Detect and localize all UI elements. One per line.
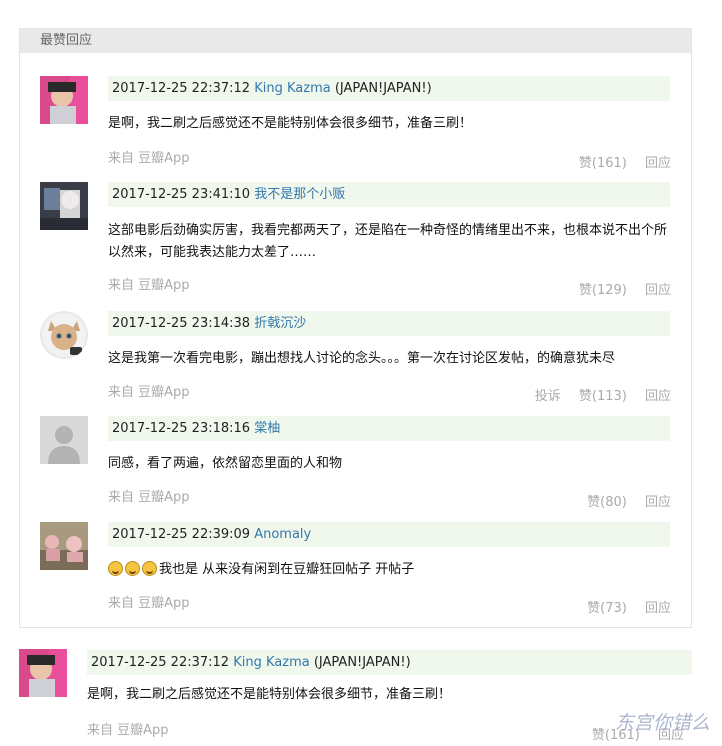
comment-date: 2017-12-25 22:37:12 bbox=[91, 655, 230, 670]
comment-source: 来自 豆瓣App bbox=[87, 719, 169, 738]
like-button[interactable]: 赞(80) bbox=[587, 495, 627, 510]
comment-meta: 2017-12-25 23:18:16 棠柚 bbox=[108, 416, 670, 441]
default-avatar-icon bbox=[40, 416, 88, 464]
reply-button[interactable]: 回应 bbox=[645, 389, 671, 404]
comment-actions: 赞(161) 回应 bbox=[565, 152, 671, 171]
laughing-emoji-icon bbox=[108, 561, 123, 576]
comment-source: 来自 豆瓣App bbox=[108, 147, 190, 166]
author-link[interactable]: 折戟沉沙 bbox=[254, 316, 306, 331]
author-link[interactable]: King Kazma bbox=[254, 81, 330, 96]
comment-actions: 赞(129) 回应 bbox=[565, 279, 671, 298]
watermark: 东宫你错么 bbox=[614, 712, 710, 734]
source-app-link[interactable]: 豆瓣App bbox=[138, 151, 189, 166]
source-app-link[interactable]: 豆瓣App bbox=[138, 596, 189, 611]
reply-button[interactable]: 回应 bbox=[645, 495, 671, 510]
comment-source: 来自 豆瓣App bbox=[108, 486, 190, 505]
comment-meta: 2017-12-25 22:37:12 King Kazma (JAPAN!JA… bbox=[87, 650, 692, 675]
author-link[interactable]: Anomaly bbox=[254, 527, 311, 542]
avatar-image bbox=[40, 522, 88, 570]
comment-meta: 2017-12-25 22:37:12 King Kazma (JAPAN!JA… bbox=[108, 76, 670, 101]
reply-button[interactable]: 回应 bbox=[645, 156, 671, 171]
comment-text: 这部电影后劲确实厉害，我看完都两天了，还是陷在一种奇怪的情绪里出不来，也根本说不… bbox=[108, 223, 668, 260]
top-comments-panel: 最赞回应 2017-12-25 22:37:12 King Kazma (JAP… bbox=[19, 28, 692, 628]
comment-actions: 赞(80) 回应 bbox=[573, 491, 671, 510]
laughing-emoji-icon bbox=[142, 561, 157, 576]
like-button[interactable]: 赞(113) bbox=[579, 389, 627, 404]
comment-source: 来自 豆瓣App bbox=[108, 274, 190, 293]
comment-text-body: 我也是 从来没有闲到在豆瓣狂回帖子 开帖子 bbox=[159, 562, 415, 577]
comment-source: 来自 豆瓣App bbox=[108, 592, 190, 611]
comment-text: 我也是 从来没有闲到在豆瓣狂回帖子 开帖子 bbox=[108, 559, 673, 581]
comment-source: 来自 豆瓣App bbox=[108, 381, 190, 400]
avatar-image bbox=[19, 649, 67, 697]
comment-date: 2017-12-25 22:39:09 bbox=[112, 527, 251, 542]
comment-text: 是啊，我二刷之后感觉还不是能特别体会很多细节，准备三刷！ bbox=[108, 116, 473, 131]
source-app-link[interactable]: 豆瓣App bbox=[138, 385, 189, 400]
like-button[interactable]: 赞(73) bbox=[587, 601, 627, 616]
avatar[interactable] bbox=[40, 311, 88, 359]
report-button[interactable]: 投诉 bbox=[535, 389, 561, 404]
comment-meta: 2017-12-25 23:41:10 我不是那个小贩 bbox=[108, 182, 670, 207]
author-link[interactable]: 我不是那个小贩 bbox=[254, 187, 345, 202]
avatar[interactable] bbox=[40, 522, 88, 570]
avatar-image bbox=[40, 76, 88, 124]
reply-button[interactable]: 回应 bbox=[645, 601, 671, 616]
author-location: (JAPAN!JAPAN!) bbox=[313, 655, 411, 670]
comment-text: 是啊，我二刷之后感觉还不是能特别体会很多细节，准备三刷！ bbox=[87, 687, 452, 702]
comment-date: 2017-12-25 23:41:10 bbox=[112, 187, 251, 202]
like-button[interactable]: 赞(161) bbox=[579, 156, 627, 171]
avatar[interactable] bbox=[40, 182, 88, 230]
comment-text: 这是我第一次看完电影，蹦出想找人讨论的念头。。。第一次在讨论区发帖，的确意犹未尽 bbox=[108, 351, 616, 366]
avatar[interactable] bbox=[19, 649, 67, 697]
author-location: (JAPAN!JAPAN!) bbox=[334, 81, 432, 96]
avatar-image bbox=[40, 311, 88, 359]
comment-date: 2017-12-25 23:18:16 bbox=[112, 421, 251, 436]
source-label: 来自 bbox=[87, 723, 114, 738]
source-label: 来自 bbox=[108, 278, 135, 293]
comment-meta: 2017-12-25 23:14:38 折戟沉沙 bbox=[108, 311, 670, 336]
laughing-emoji-icon bbox=[125, 561, 140, 576]
comment-date: 2017-12-25 22:37:12 bbox=[112, 81, 251, 96]
avatar[interactable] bbox=[40, 76, 88, 124]
author-link[interactable]: King Kazma bbox=[233, 655, 309, 670]
source-label: 来自 bbox=[108, 490, 135, 505]
avatar[interactable] bbox=[40, 416, 88, 464]
source-app-link[interactable]: 豆瓣App bbox=[138, 278, 189, 293]
like-button[interactable]: 赞(129) bbox=[579, 283, 627, 298]
section-title: 最赞回应 bbox=[20, 29, 691, 53]
reply-button[interactable]: 回应 bbox=[645, 283, 671, 298]
source-label: 来自 bbox=[108, 596, 135, 611]
comment-date: 2017-12-25 23:14:38 bbox=[112, 316, 251, 331]
comment-text: 同感，看了两遍，依然留恋里面的人和物 bbox=[108, 456, 343, 471]
source-label: 来自 bbox=[108, 151, 135, 166]
source-app-link[interactable]: 豆瓣App bbox=[138, 490, 189, 505]
comment-actions: 赞(73) 回应 bbox=[573, 597, 671, 616]
source-app-link[interactable]: 豆瓣App bbox=[117, 723, 168, 738]
comment-meta: 2017-12-25 22:39:09 Anomaly bbox=[108, 522, 670, 547]
source-label: 来自 bbox=[108, 385, 135, 400]
author-link[interactable]: 棠柚 bbox=[254, 421, 280, 436]
comment-actions: 投诉 赞(113) 回应 bbox=[521, 385, 671, 404]
avatar-image bbox=[40, 182, 88, 230]
